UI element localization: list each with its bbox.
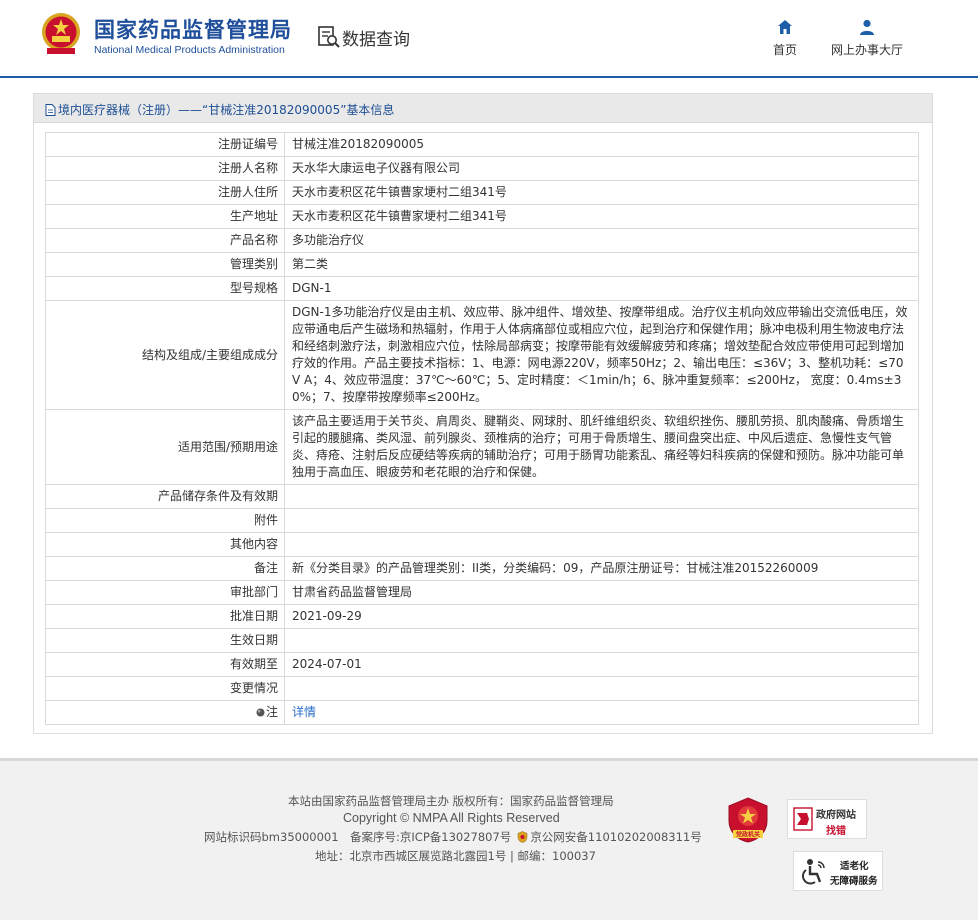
gov-badge-title: 政府网站 bbox=[816, 810, 856, 821]
row-value bbox=[284, 532, 919, 557]
footer-copyright: Copyright © NMPA All Rights Reserved bbox=[343, 811, 560, 825]
row-label: 生效日期 bbox=[45, 628, 285, 653]
table-row: 生效日期 bbox=[45, 628, 919, 653]
row-label: 生产地址 bbox=[45, 204, 285, 229]
row-value: 多功能治疗仪 bbox=[284, 228, 919, 253]
row-label: 注册证编号 bbox=[45, 132, 285, 157]
row-value: 2024-07-01 bbox=[284, 652, 919, 677]
row-value bbox=[284, 484, 919, 509]
row-value: 天水市麦积区花牛镇曹家埂村二组341号 bbox=[284, 204, 919, 229]
user-icon bbox=[860, 19, 874, 35]
gov-error-logo-icon bbox=[793, 807, 813, 831]
table-row: 批准日期 2021-09-29 bbox=[45, 604, 919, 629]
table-row: 产品名称 多功能治疗仪 bbox=[45, 228, 919, 253]
gov-website-error-badge[interactable]: 政府网站 找错 bbox=[787, 799, 867, 839]
row-label: 批准日期 bbox=[45, 604, 285, 629]
row-value bbox=[284, 628, 919, 653]
table-row: 结构及组成/主要组成成分 DGN-1多功能治疗仪是由主机、效应带、脉冲组件、增效垫… bbox=[45, 300, 919, 410]
row-label: 附件 bbox=[45, 508, 285, 533]
row-value: 甘械注准20182090005 bbox=[284, 132, 919, 157]
row-value bbox=[284, 676, 919, 701]
row-value: 甘肃省药品监督管理局 bbox=[284, 580, 919, 605]
police-badge-icon bbox=[518, 831, 528, 843]
details-link[interactable]: 详情 bbox=[292, 705, 316, 719]
table-row: 管理类别 第二类 bbox=[45, 252, 919, 277]
home-icon bbox=[778, 20, 792, 34]
table-row: 产品储存条件及有效期 bbox=[45, 484, 919, 509]
table-row: 备注 新《分类目录》的产品管理类别：II类，分类编码：09，产品原注册证号：甘械注… bbox=[45, 556, 919, 581]
row-value: DGN-1多功能治疗仪是由主机、效应带、脉冲组件、增效垫、按摩带组成。治疗仪主机… bbox=[284, 300, 919, 410]
table-row: 生产地址 天水市麦积区花牛镇曹家埂村二组341号 bbox=[45, 204, 919, 229]
row-label: 注册人名称 bbox=[45, 156, 285, 181]
footer-icp[interactable]: 网站标识码bm35000001 备案序号:京ICP备13027807号 bbox=[204, 830, 511, 844]
site-footer: 本站由国家药品监督管理局主办 版权所有：国家药品监督管理局 Copyright … bbox=[0, 758, 978, 920]
data-query-icon bbox=[318, 26, 340, 48]
page-title: 数据查询 bbox=[342, 30, 410, 50]
row-label: 适用范围/预期用途 bbox=[45, 409, 285, 485]
note-label: 注 bbox=[265, 705, 278, 719]
row-value: 第二类 bbox=[284, 252, 919, 277]
row-label: 结构及组成/主要组成成分 bbox=[45, 300, 285, 410]
nav-home-label: 首页 bbox=[772, 43, 797, 57]
table-row: 其他内容 bbox=[45, 532, 919, 557]
table-row: 注册人住所 天水市麦积区花牛镇曹家埂村二组341号 bbox=[45, 180, 919, 205]
accessibility-icon bbox=[802, 859, 825, 885]
footer-sponsor: 本站由国家药品监督管理局主办 版权所有：国家药品监督管理局 bbox=[288, 794, 614, 808]
site-brand-en: National Medical Products Administration bbox=[94, 44, 285, 56]
footer-address: 地址：北京市西城区展览路北露园1号 | 邮编：100037 bbox=[315, 849, 596, 863]
table-row: 审批部门 甘肃省药品监督管理局 bbox=[45, 580, 919, 605]
row-label: 产品储存条件及有效期 bbox=[45, 484, 285, 509]
accessibility-badge-title: 适老化 bbox=[840, 861, 869, 872]
row-label: 其他内容 bbox=[45, 532, 285, 557]
registration-info-table: 注册证编号 甘械注准20182090005 注册人名称 天水华大康运电子仪器有限公司… bbox=[45, 132, 919, 725]
table-row: 型号规格 DGN-1 bbox=[45, 276, 919, 301]
row-label: 审批部门 bbox=[45, 580, 285, 605]
row-value bbox=[284, 508, 919, 533]
row-value: 该产品主要适用于关节炎、肩周炎、腱鞘炎、网球肘、肌纤维组织炎、软组织挫伤、腰肌劳… bbox=[284, 409, 919, 485]
row-label: 产品名称 bbox=[45, 228, 285, 253]
nav-online-service-hall[interactable]: 网上办事大厅 bbox=[826, 18, 908, 58]
breadcrumb-text: 境内医疗器械（注册）——“甘械注准20182090005”基本信息 bbox=[58, 103, 395, 117]
row-value: 天水华大康运电子仪器有限公司 bbox=[284, 156, 919, 181]
note-marker-icon bbox=[256, 708, 265, 717]
table-row: 有效期至 2024-07-01 bbox=[45, 652, 919, 677]
table-row: 注册人名称 天水华大康运电子仪器有限公司 bbox=[45, 156, 919, 181]
accessibility-service-badge[interactable]: 适老化 无障碍服务 bbox=[793, 851, 883, 891]
footer-registration: 网站标识码bm35000001 备案序号:京ICP备13027807号 京公网安备… bbox=[204, 829, 702, 845]
row-label: 注册人住所 bbox=[45, 180, 285, 205]
table-row: 变更情况 bbox=[45, 676, 919, 701]
row-value: DGN-1 bbox=[284, 276, 919, 301]
site-brand-cn: 国家药品监督管理局 bbox=[94, 18, 292, 42]
document-icon bbox=[45, 104, 56, 116]
table-row: 适用范围/预期用途 该产品主要适用于关节炎、肩周炎、腱鞘炎、网球肘、肌纤维组织炎、… bbox=[45, 409, 919, 485]
row-label: 有效期至 bbox=[45, 652, 285, 677]
accessibility-badge-subtitle: 无障碍服务 bbox=[830, 876, 878, 887]
table-row: 注册证编号 甘械注准20182090005 bbox=[45, 132, 919, 157]
note-row: 注 详情 bbox=[45, 700, 919, 725]
row-value: 新《分类目录》的产品管理类别：II类，分类编码：09，产品原注册证号：甘械注准2… bbox=[284, 556, 919, 581]
nav-online-service-hall-label: 网上办事大厅 bbox=[830, 43, 903, 57]
nav-home[interactable]: 首页 bbox=[770, 18, 800, 58]
footer-police-record[interactable]: 京公网安备11010202008311号 bbox=[530, 830, 701, 844]
row-label: 管理类别 bbox=[45, 252, 285, 277]
row-label: 备注 bbox=[45, 556, 285, 581]
detail-panel: 境内医疗器械（注册）——“甘械注准20182090005”基本信息 注册证编号甘… bbox=[33, 93, 933, 734]
breadcrumb: 境内医疗器械（注册）——“甘械注准20182090005”基本信息 bbox=[34, 94, 932, 123]
row-value: 2021-09-29 bbox=[284, 604, 919, 629]
gov-badge-subtitle: 找错 bbox=[826, 826, 846, 837]
site-header: 国家药品监督管理局 National Medical Products Admi… bbox=[0, 0, 978, 78]
party-badge-text: 党政机关 bbox=[736, 831, 760, 839]
row-value: 天水市麦积区花牛镇曹家埂村二组341号 bbox=[284, 180, 919, 205]
row-label: 变更情况 bbox=[45, 676, 285, 701]
row-label: 型号规格 bbox=[45, 276, 285, 301]
national-emblem-icon bbox=[42, 13, 80, 54]
table-row: 附件 bbox=[45, 508, 919, 533]
party-government-badge[interactable]: 党政机关 bbox=[727, 797, 769, 843]
